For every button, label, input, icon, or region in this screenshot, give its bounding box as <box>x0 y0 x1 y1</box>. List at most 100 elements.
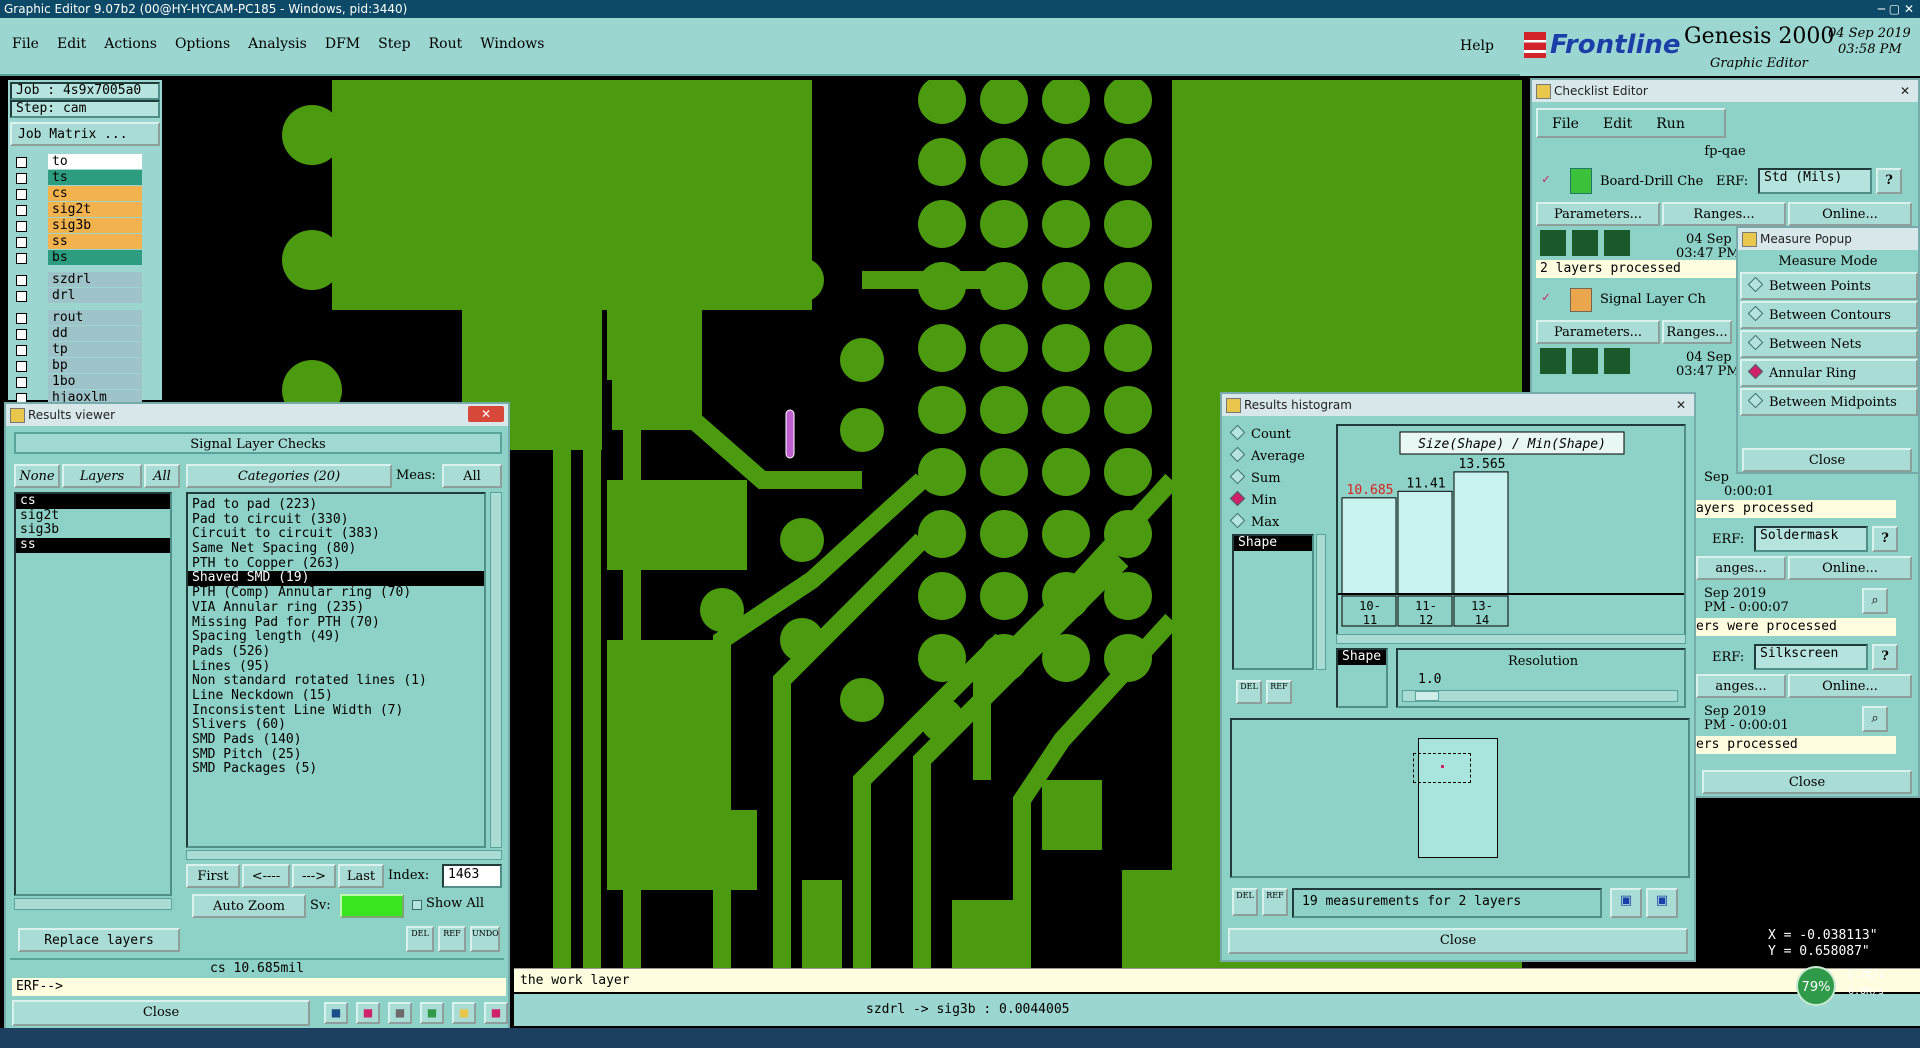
hist-del-button[interactable]: DEL <box>1236 680 1262 704</box>
histogram-field-list[interactable]: Shape <box>1232 534 1314 670</box>
help-menu[interactable]: Help <box>1460 38 1494 54</box>
next-button[interactable]: ---> <box>292 864 336 888</box>
chart-scrollbar[interactable] <box>1336 634 1686 644</box>
checklist-close-button[interactable]: Close <box>1702 770 1912 794</box>
ranges-button-4[interactable]: anges... <box>1696 674 1786 698</box>
layer-row[interactable]: rout <box>14 310 142 326</box>
menu-edit[interactable]: Edit <box>57 36 86 52</box>
run-icons-1[interactable] <box>1540 230 1630 256</box>
tool-icon-3[interactable]: ■ <box>420 1002 444 1024</box>
checklist-menu-edit[interactable]: Edit <box>1603 116 1632 132</box>
measure-option[interactable]: Between Points <box>1740 272 1918 300</box>
check-checkbox-2[interactable]: ✓ <box>1542 290 1550 305</box>
result-layer-item[interactable]: ss <box>16 537 170 553</box>
resolution-slider[interactable] <box>1402 690 1678 702</box>
close-icon[interactable]: ✕ <box>1676 394 1686 416</box>
menu-rout[interactable]: Rout <box>429 36 463 52</box>
zoom-icon-3[interactable]: ⌕ <box>1862 706 1888 732</box>
erf-value-3[interactable]: Soldermask <box>1754 526 1868 552</box>
tool-icon-2[interactable]: ■ <box>388 1002 412 1024</box>
layer-checkbox[interactable] <box>16 275 27 286</box>
category-item[interactable]: Pad to pad (223) <box>188 497 484 513</box>
layer-row[interactable]: bp <box>14 358 142 374</box>
category-item[interactable]: Pad to circuit (330) <box>188 512 484 528</box>
job-matrix-button[interactable]: Job Matrix ... <box>10 122 160 146</box>
layer-checkbox[interactable] <box>16 189 27 200</box>
category-item[interactable]: Spacing length (49) <box>188 629 484 645</box>
category-item[interactable]: Shaved SMD (19) <box>188 571 484 587</box>
hist-del-button-2[interactable]: DEL <box>1232 888 1258 916</box>
help-button-1[interactable]: ? <box>1876 168 1902 194</box>
histogram-mode[interactable]: Count <box>1229 424 1322 446</box>
replace-layers-select[interactable]: Replace layers <box>18 928 180 952</box>
category-item[interactable]: Same Net Spacing (80) <box>188 541 484 557</box>
menu-file[interactable]: File <box>12 36 39 52</box>
category-item[interactable]: Circuit to circuit (383) <box>188 527 484 542</box>
layer-row[interactable]: drl <box>14 288 142 304</box>
measure-option[interactable]: Between Midpoints <box>1740 388 1918 416</box>
first-button[interactable]: First <box>186 864 240 888</box>
layer-checkbox[interactable] <box>16 205 27 216</box>
results-close-button[interactable]: Close <box>12 1000 310 1026</box>
shape-list[interactable]: Shape <box>1336 648 1388 708</box>
erf-value-4[interactable]: Silkscreen <box>1754 644 1868 670</box>
layer-row[interactable]: ss <box>14 234 142 250</box>
layer-row[interactable]: 1bo <box>14 374 142 390</box>
result-layer-item[interactable]: sig3b <box>16 523 170 538</box>
categories-list[interactable]: Pad to pad (223) Pad to circuit (330) Circ… <box>186 492 486 848</box>
erf-value-1[interactable]: Std (Mils) <box>1758 168 1872 194</box>
prev-button[interactable]: <---- <box>242 864 290 888</box>
field-list-scrollbar[interactable] <box>1316 534 1326 670</box>
result-layer-item[interactable]: cs <box>16 493 170 509</box>
field-list-item[interactable]: Shape <box>1234 535 1312 551</box>
export-icon-1[interactable]: ▣ <box>1610 888 1642 918</box>
none-button[interactable]: None <box>14 464 60 488</box>
erf-line[interactable]: ERF--> <box>12 978 506 996</box>
run-icons-2[interactable] <box>1540 348 1630 374</box>
layer-checkbox[interactable] <box>16 157 27 168</box>
layer-checkbox[interactable] <box>16 329 27 340</box>
ref-button[interactable]: REF <box>438 926 466 952</box>
layer-row[interactable]: szdrl <box>14 272 142 288</box>
categories-button[interactable]: Categories (20) <box>186 464 392 488</box>
result-layer-item[interactable]: sig2t <box>16 508 170 524</box>
layer-checkbox[interactable] <box>16 313 27 324</box>
category-item[interactable]: Slivers (60) <box>188 718 484 733</box>
menu-actions[interactable]: Actions <box>104 36 157 52</box>
category-item[interactable]: SMD Pitch (25) <box>188 747 484 763</box>
close-icon[interactable]: ✕ <box>468 406 504 422</box>
category-item[interactable]: SMD Packages (5) <box>188 762 484 777</box>
hist-ref-button[interactable]: REF <box>1266 680 1292 704</box>
shape-list-item[interactable]: Shape <box>1338 649 1386 665</box>
tool-icon-4[interactable]: ■ <box>452 1002 476 1024</box>
help-button-3[interactable]: ? <box>1872 526 1898 552</box>
menu-dfm[interactable]: DFM <box>325 36 360 52</box>
category-item[interactable]: VIA Annular ring (235) <box>188 600 484 616</box>
index-input[interactable]: 1463 <box>442 864 502 888</box>
online-button-1[interactable]: Online... <box>1788 202 1912 226</box>
help-button-4[interactable]: ? <box>1872 644 1898 670</box>
undo-button[interactable]: UNDO <box>470 926 500 952</box>
layer-checkbox[interactable] <box>16 173 27 184</box>
layer-checkbox[interactable] <box>16 237 27 248</box>
menu-step[interactable]: Step <box>378 36 410 52</box>
category-item[interactable]: Missing Pad for PTH (70) <box>188 615 484 631</box>
layer-row[interactable]: cs <box>14 186 142 202</box>
layer-checkbox[interactable] <box>16 345 27 356</box>
ranges-button-2[interactable]: Ranges... <box>1662 320 1732 344</box>
histogram-mode[interactable]: Average <box>1229 446 1322 468</box>
layer-row[interactable]: dd <box>14 326 142 342</box>
close-icon[interactable]: ✕ <box>1900 80 1910 102</box>
category-item[interactable]: Lines (95) <box>188 659 484 675</box>
menu-options[interactable]: Options <box>175 36 230 52</box>
parameters-button-2[interactable]: Parameters... <box>1536 320 1660 344</box>
layer-checkbox[interactable] <box>16 377 27 388</box>
menu-analysis[interactable]: Analysis <box>248 36 307 52</box>
check-checkbox-1[interactable]: ✓ <box>1542 172 1550 187</box>
all-button[interactable]: All <box>144 464 180 488</box>
measure-option[interactable]: Annular Ring <box>1740 359 1918 387</box>
measure-option[interactable]: Between Nets <box>1740 330 1918 358</box>
layer-row[interactable]: sig2t <box>14 202 142 218</box>
layer-row[interactable]: sig3b <box>14 218 142 234</box>
del-button[interactable]: DEL <box>406 926 434 952</box>
